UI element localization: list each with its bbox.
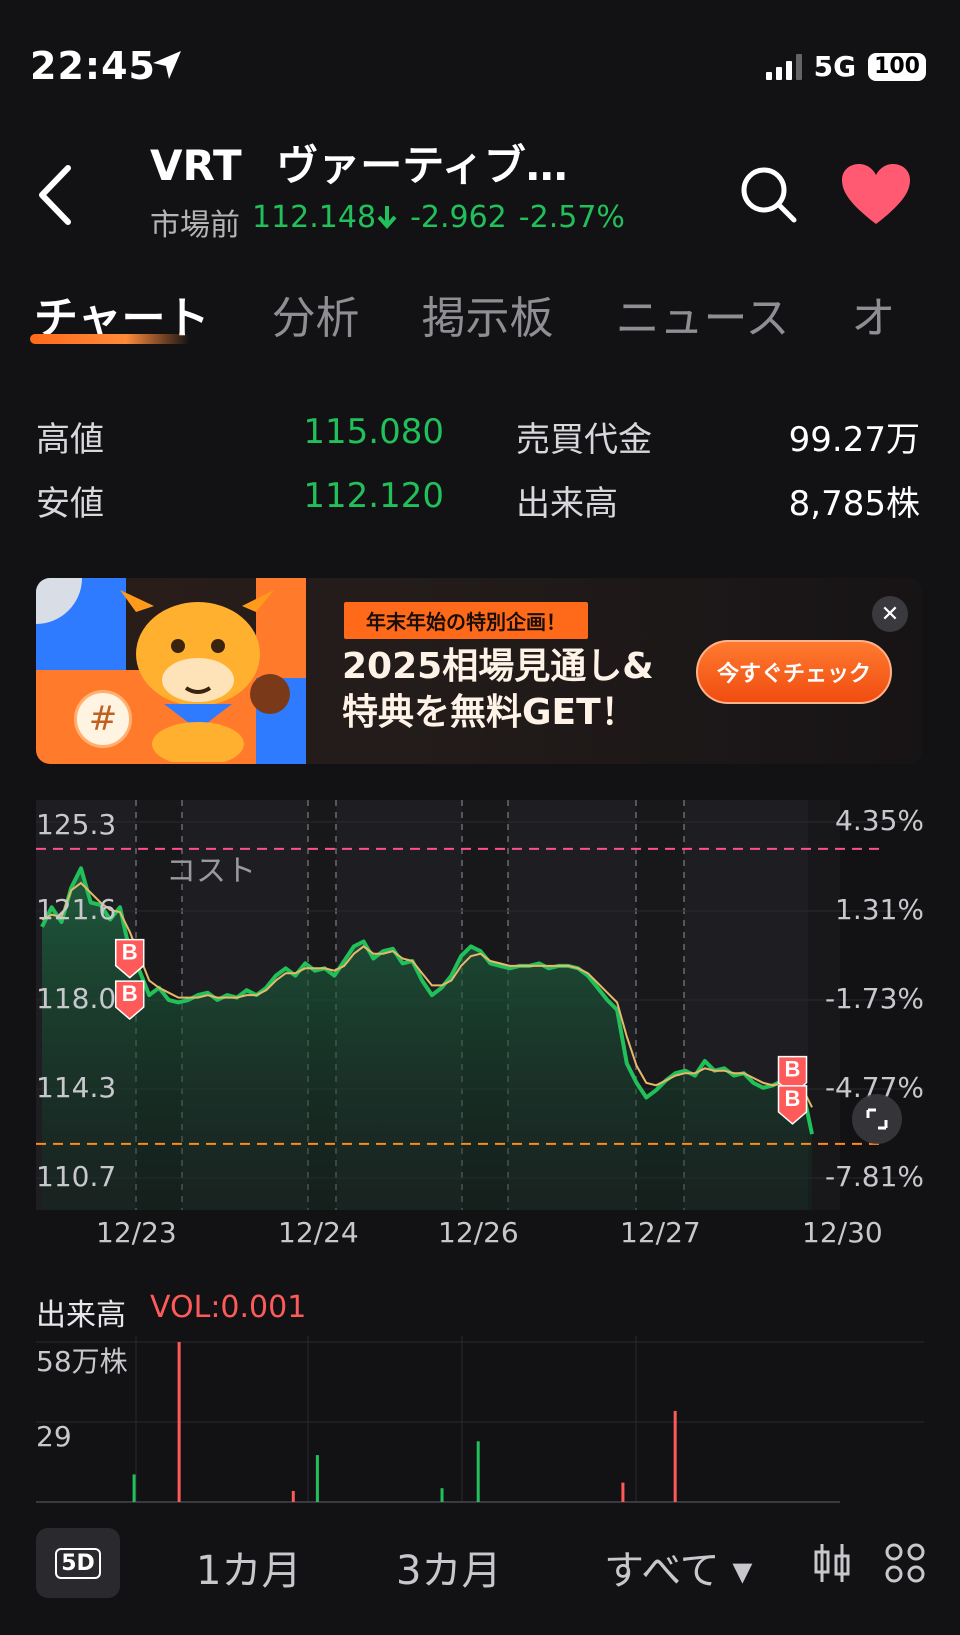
search-button[interactable] [736, 162, 800, 226]
quote-line: 市場前 112.148 -2.962 -2.57% [150, 200, 625, 244]
arrow-down-icon [377, 206, 397, 230]
y-axis-left-tick: 118.0 [36, 982, 117, 1015]
volume-bar [132, 1474, 136, 1502]
volume-bar [621, 1482, 625, 1502]
tab-news[interactable]: ニュース [616, 282, 790, 346]
x-axis-date-tick: 12/24 [278, 1216, 359, 1249]
y-axis-left-tick: 114.3 [36, 1071, 117, 1104]
buy-marker-label: B [122, 981, 138, 1006]
period-all-dropdown[interactable]: すべて ▾ [604, 1538, 752, 1596]
turnover-value: 99.27万 [788, 420, 920, 460]
y-axis-right-tick: -7.81% [824, 1160, 924, 1193]
expand-icon [866, 1108, 888, 1130]
session-label: 市場前 [150, 208, 240, 243]
volume-y-tick: 29 [36, 1420, 72, 1453]
y-axis-right-tick: 4.35% [835, 804, 924, 837]
battery-icon: 100 [868, 52, 926, 81]
company-name: ヴァーティブ… [276, 141, 568, 190]
volume-bar [440, 1488, 444, 1502]
volume-bar [673, 1410, 677, 1502]
banner-close-button[interactable]: ✕ [872, 596, 908, 632]
expand-chart-button[interactable] [852, 1094, 902, 1144]
volume-title: 出来高 [36, 1298, 126, 1333]
price-change: -2.962 [410, 200, 507, 235]
y-axis-left-tick: 121.6 [36, 893, 117, 926]
x-axis-date-tick: 12/30 [802, 1216, 883, 1249]
x-axis-date-tick: 12/27 [620, 1216, 701, 1249]
signal-icon [765, 53, 802, 80]
tab-more[interactable]: オ [851, 282, 895, 346]
page-title: VRT ヴァーティブ… [150, 132, 568, 193]
status-indicators: 5G 100 [765, 50, 926, 83]
candlestick-icon[interactable] [812, 1540, 852, 1586]
hash-badge-icon: # [74, 690, 132, 748]
high-value: 115.080 [303, 412, 444, 452]
tab-analysis[interactable]: 分析 [272, 282, 360, 346]
low-label: 安値 [36, 484, 104, 524]
network-label: 5G [813, 50, 857, 83]
turnover-label: 売買代金 [516, 420, 652, 460]
banner-cta-button[interactable]: 今すぐチェック [696, 640, 892, 704]
volume-bar [291, 1490, 295, 1502]
period-5d-button[interactable]: 5D [36, 1528, 120, 1598]
promo-banner[interactable]: # 年末年始の特別企画！ 2025相場見通し& 特典を無料GET！ 今すぐチェッ… [36, 578, 922, 764]
volume-bar [315, 1455, 319, 1502]
status-time: 22:45 [30, 44, 156, 88]
y-axis-right-tick: 1.31% [835, 893, 924, 926]
x-axis-date-tick: 12/23 [96, 1216, 177, 1249]
banner-headline: 2025相場見通し& 特典を無料GET！ [342, 646, 654, 733]
grid-menu-icon[interactable] [884, 1542, 926, 1584]
volume-bar [476, 1441, 480, 1502]
price-change-percent: -2.57% [518, 200, 625, 235]
y-axis-right-tick: -1.73% [824, 982, 924, 1015]
volume-indicator-value: VOL:0.001 [150, 1290, 307, 1325]
y-axis-left-tick: 110.7 [36, 1160, 117, 1193]
back-button[interactable] [32, 160, 82, 230]
cost-line-label: コスト [166, 854, 256, 889]
tab-board[interactable]: 掲示板 [422, 282, 554, 346]
banner-tag: 年末年始の特別企画！ [344, 602, 588, 639]
volume-value: 8,785株 [788, 484, 920, 524]
volume-label: 出来高 [516, 484, 618, 524]
location-arrow-icon [153, 51, 181, 79]
period-1m-button[interactable]: 1カ月 [196, 1538, 301, 1596]
low-value: 112.120 [303, 476, 444, 516]
mascot-bull-icon [120, 590, 290, 762]
volume-bar [177, 1342, 181, 1502]
volume-chart[interactable] [36, 1336, 924, 1506]
ticker-symbol: VRT [150, 141, 242, 190]
high-label: 高値 [36, 420, 104, 460]
y-axis-left-tick: 125.3 [36, 808, 117, 841]
volume-y-tick: 58万株 [36, 1345, 128, 1378]
buy-marker-label: B [122, 940, 138, 965]
favorite-heart-button[interactable] [840, 162, 912, 228]
x-axis-date-tick: 12/26 [438, 1216, 519, 1249]
active-tab-indicator [30, 334, 190, 344]
premarket-price: 112.148 [252, 200, 398, 244]
period-3m-button[interactable]: 3カ月 [396, 1538, 501, 1596]
